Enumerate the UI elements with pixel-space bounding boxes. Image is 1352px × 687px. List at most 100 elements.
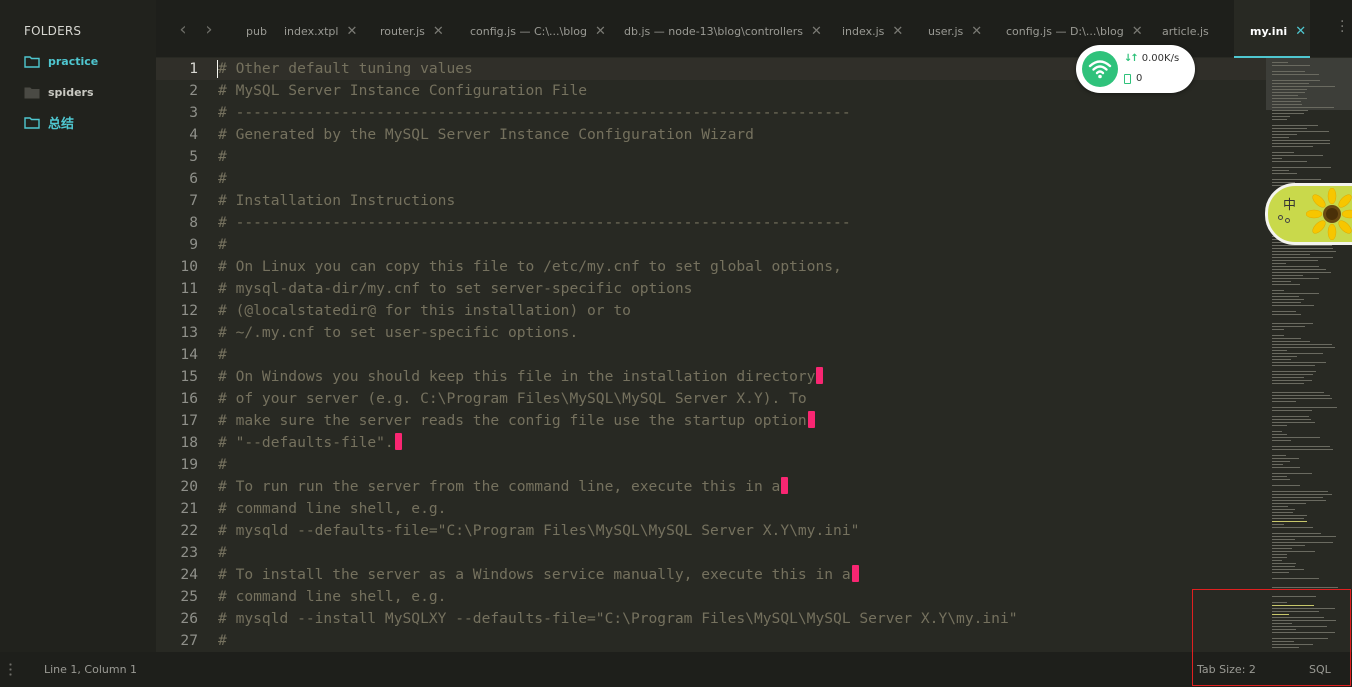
code-editor[interactable]: 1 # Other default tuning values 2 # MySQL S…: [156, 58, 1266, 652]
sidebar-folder-spiders[interactable]: spiders: [24, 82, 94, 102]
minimap-line: [1272, 560, 1282, 561]
code-text: # mysqld --defaults-file="C:\Program Fil…: [218, 520, 859, 542]
code-line[interactable]: 5 #: [156, 146, 1266, 168]
minimap-line: [1272, 62, 1288, 63]
minimap-line: [1272, 356, 1297, 357]
comment-text: # --------------------------------------…: [218, 214, 851, 231]
minimap-line: [1272, 446, 1330, 447]
minimap-line: [1272, 179, 1321, 180]
close-icon[interactable]: ✕: [971, 24, 982, 39]
code-line[interactable]: 13 # ~/.my.cnf to set user-specific optio…: [156, 322, 1266, 344]
close-icon[interactable]: ✕: [811, 24, 822, 39]
minimap-line: [1272, 125, 1318, 126]
code-line[interactable]: 8 # -------------------------------------…: [156, 212, 1266, 234]
line-number: 22: [180, 522, 198, 539]
tab-index-xtpl[interactable]: index.xtpl ✕: [284, 22, 357, 40]
code-line[interactable]: 17 # make sure the server reads the confi…: [156, 410, 1266, 432]
tab-forward-icon[interactable]: ›: [202, 20, 216, 40]
tab-pub[interactable]: pub: [246, 22, 267, 40]
tab-router-js[interactable]: router.js ✕: [380, 22, 444, 40]
tab-db-js[interactable]: db.js — node-13\blog\controllers ✕: [624, 22, 822, 40]
close-icon[interactable]: ✕: [595, 24, 606, 39]
minimap-line: [1272, 92, 1305, 93]
code-text: # Other default tuning values: [218, 58, 473, 80]
comment-text: # On Windows you should keep this file i…: [218, 368, 816, 385]
line-number: 15: [180, 368, 198, 385]
sidebar-folder-label: spiders: [48, 85, 94, 99]
minimap-line: [1272, 338, 1301, 339]
trailing-whitespace-marker: [851, 565, 859, 582]
code-line[interactable]: 6 #: [156, 168, 1266, 190]
line-number: 19: [180, 456, 198, 473]
code-text: # mysqld --install MySQLXY --defaults-fi…: [218, 608, 1018, 630]
sidebar-folder-practice[interactable]: practice: [24, 51, 98, 71]
minimap[interactable]: [1266, 58, 1352, 652]
code-line[interactable]: 18 # "--defaults-file".: [156, 432, 1266, 454]
tab-label: config.js — D:\...\blog: [1006, 24, 1124, 38]
close-icon[interactable]: ✕: [1295, 24, 1306, 39]
minimap-line: [1272, 587, 1338, 588]
minimap-line: [1272, 116, 1290, 117]
tab-user-js[interactable]: user.js ✕: [928, 22, 982, 40]
close-icon[interactable]: ✕: [892, 24, 903, 39]
tab-article-js[interactable]: article.js: [1162, 22, 1209, 40]
minimap-line: [1272, 563, 1296, 564]
panel-toggle-icon[interactable]: [9, 662, 12, 676]
code-line[interactable]: 25 # command line shell, e.g.: [156, 586, 1266, 608]
code-line[interactable]: 19 #: [156, 454, 1266, 476]
close-icon[interactable]: ✕: [1132, 24, 1143, 39]
tab-label: article.js: [1162, 24, 1209, 38]
minimap-line: [1272, 392, 1324, 393]
code-line[interactable]: 15 # On Windows you should keep this file…: [156, 366, 1266, 388]
tab-index-js[interactable]: index.js ✕: [842, 22, 903, 40]
sidebar-folder-summary[interactable]: 总结: [24, 112, 74, 132]
code-line[interactable]: 22 # mysqld --defaults-file="C:\Program F…: [156, 520, 1266, 542]
tab-overflow-icon[interactable]: · · ·: [1340, 15, 1346, 39]
minimap-line: [1272, 323, 1313, 324]
minimap-line: [1272, 143, 1330, 144]
comment-text: # make sure the server reads the config …: [218, 412, 807, 429]
input-method-widget[interactable]: 中: [1265, 183, 1352, 245]
minimap-line: [1272, 395, 1330, 396]
code-text: # make sure the server reads the config …: [218, 410, 815, 432]
code-line[interactable]: 3 # -------------------------------------…: [156, 102, 1266, 124]
tab-config-js-d[interactable]: config.js — D:\...\blog ✕: [1006, 22, 1143, 40]
code-line[interactable]: 16 # of your server (e.g. C:\Program File…: [156, 388, 1266, 410]
code-line[interactable]: 20 # To run run the server from the comma…: [156, 476, 1266, 498]
comment-text: # (@localstatedir@ for this installation…: [218, 302, 631, 319]
code-line[interactable]: 12 # (@localstatedir@ for this installati…: [156, 300, 1266, 322]
code-line[interactable]: 9 #: [156, 234, 1266, 256]
minimap-line: [1272, 290, 1284, 291]
syntax-indicator[interactable]: SQL: [1309, 663, 1331, 676]
minimap-line: [1272, 605, 1314, 606]
minimap-line: [1272, 101, 1301, 102]
network-speed-widget[interactable]: ↓↑ 0.00K/s 0: [1076, 45, 1195, 93]
comment-text: # --------------------------------------…: [218, 104, 851, 121]
close-icon[interactable]: ✕: [346, 24, 357, 39]
code-line[interactable]: 24 # To install the server as a Windows s…: [156, 564, 1266, 586]
minimap-line: [1272, 497, 1323, 498]
code-line[interactable]: 11 # mysql-data-dir/my.cnf to set server-…: [156, 278, 1266, 300]
code-line[interactable]: 26 # mysqld --install MySQLXY --defaults-…: [156, 608, 1266, 630]
tab-back-icon[interactable]: ‹: [176, 20, 190, 40]
code-line[interactable]: 21 # command line shell, e.g.: [156, 498, 1266, 520]
cursor-position[interactable]: Line 1, Column 1: [44, 663, 137, 676]
close-icon[interactable]: ✕: [433, 24, 444, 39]
minimap-line: [1272, 299, 1304, 300]
code-line[interactable]: 27 #: [156, 630, 1266, 652]
code-line[interactable]: 23 #: [156, 542, 1266, 564]
code-line[interactable]: 7 # Installation Instructions: [156, 190, 1266, 212]
tab-config-js-c[interactable]: config.js — C:\...\blog ✕: [470, 22, 606, 40]
text-caret: [217, 60, 218, 78]
tab-my-ini[interactable]: my.ini ✕: [1250, 22, 1306, 40]
folder-open-icon: [24, 55, 40, 68]
tab-size-indicator[interactable]: Tab Size: 2: [1197, 663, 1256, 676]
minimap-line: [1272, 521, 1307, 522]
network-count-value: 0: [1136, 73, 1143, 84]
comment-text: #: [218, 148, 227, 165]
code-text: # Generated by the MySQL Server Instance…: [218, 124, 754, 146]
code-line[interactable]: 4 # Generated by the MySQL Server Instanc…: [156, 124, 1266, 146]
code-line[interactable]: 14 #: [156, 344, 1266, 366]
minimap-line: [1272, 416, 1309, 417]
code-line[interactable]: 10 # On Linux you can copy this file to /…: [156, 256, 1266, 278]
